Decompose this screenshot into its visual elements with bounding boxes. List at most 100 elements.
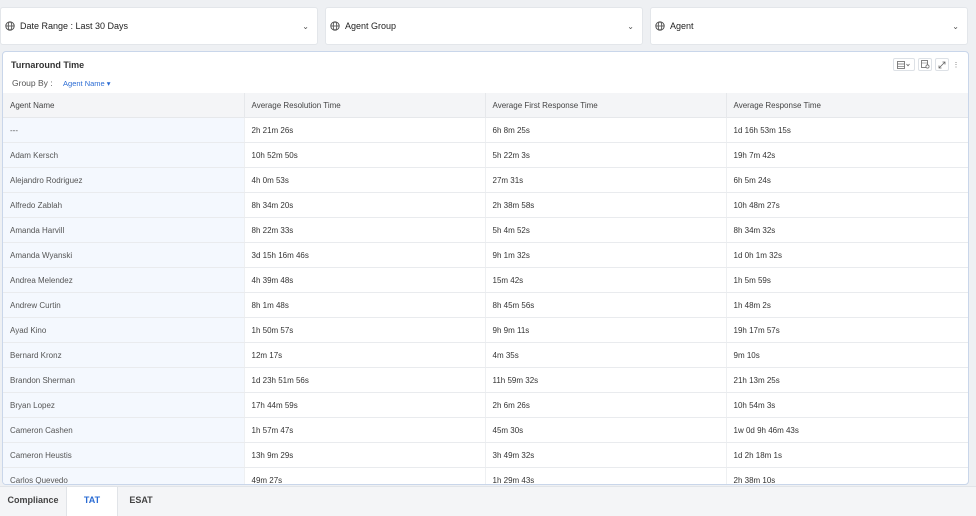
expand-button[interactable] [935, 58, 949, 71]
table-row[interactable]: Andrew Curtin 8h 1m 48s 8h 45m 56s 1h 48m 2… [3, 292, 968, 318]
table-row[interactable]: Bernard Kronz 12m 17s 4m 35s 9m 10s [3, 342, 968, 368]
time-cell: 1d 16h 53m 15s [726, 117, 968, 143]
agent-name-cell: Adam Kersch [3, 142, 245, 168]
panel-toolbar: ⋮ [893, 58, 960, 71]
agent-name-cell: Amanda Harvill [3, 217, 245, 243]
agent-filter[interactable]: Agent ⌄ [650, 7, 968, 45]
table-row[interactable]: Brandon Sherman 1d 23h 51m 56s 11h 59m 32s… [3, 367, 968, 393]
time-cell: 13h 9m 29s [244, 442, 486, 468]
table-row[interactable]: Cameron Cashen 1h 57m 47s 45m 30s 1w 0d 9h … [3, 417, 968, 443]
table-row[interactable]: --- 2h 21m 26s 6h 8m 25s 1d 16h 53m 15s [3, 117, 968, 143]
time-cell: 9h 1m 32s [485, 242, 727, 268]
time-cell: 19h 17m 57s [726, 317, 968, 343]
date-range-label: Date Range : Last 30 Days [20, 21, 129, 31]
time-cell: 9m 10s [726, 342, 968, 368]
time-cell: 27m 31s [485, 167, 727, 193]
time-cell: 49m 27s [244, 467, 486, 484]
table-row[interactable]: Bryan Lopez 17h 44m 59s 2h 6m 26s 10h 54m 3… [3, 392, 968, 418]
table-row[interactable]: Cameron Heustis 13h 9m 29s 3h 49m 32s 1d 2h… [3, 442, 968, 468]
time-cell: 8h 34m 32s [726, 217, 968, 243]
table-row[interactable]: Ayad Kino 1h 50m 57s 9h 9m 11s 19h 17m 57s [3, 317, 968, 343]
turnaround-table: Agent Name Average Resolution Time Avera… [3, 93, 968, 484]
table-row[interactable]: Andrea Melendez 4h 39m 48s 15m 42s 1h 5m 59… [3, 267, 968, 293]
column-header[interactable]: Agent Name [3, 93, 245, 118]
time-cell: 2h 21m 26s [244, 117, 486, 143]
column-header[interactable]: Average Response Time [726, 93, 968, 118]
time-cell: 1h 29m 43s [485, 467, 727, 484]
table-icon [897, 60, 910, 69]
time-cell: 21h 13m 25s [726, 367, 968, 393]
tab-esat[interactable]: ESAT [116, 487, 166, 516]
tab-compliance[interactable]: Compliance [0, 487, 66, 516]
agent-name-cell: Alfredo Zablah [3, 192, 245, 218]
table-body: --- 2h 21m 26s 6h 8m 25s 1d 16h 53m 15s Adam… [3, 117, 968, 484]
agent-name-cell: Andrew Curtin [3, 292, 245, 318]
table-view-button[interactable] [893, 58, 915, 71]
time-cell: 2h 38m 58s [485, 192, 727, 218]
chevron-down-icon: ⌄ [952, 21, 959, 31]
time-cell: 2h 38m 10s [726, 467, 968, 484]
time-cell: 1d 23h 51m 56s [244, 367, 486, 393]
kebab-menu-icon: ⋮ [952, 61, 960, 69]
agent-name-cell: Ayad Kino [3, 317, 245, 343]
agent-label: Agent [670, 21, 694, 31]
time-cell: 15m 42s [485, 267, 727, 293]
time-cell: 6h 8m 25s [485, 117, 727, 143]
time-cell: 12m 17s [244, 342, 486, 368]
time-cell: 4h 0m 53s [244, 167, 486, 193]
agent-name-cell: Brandon Sherman [3, 367, 245, 393]
globe-icon [5, 21, 15, 31]
column-header[interactable]: Average Resolution Time [244, 93, 486, 118]
time-cell: 10h 48m 27s [726, 192, 968, 218]
agent-name-cell: Amanda Wyanski [3, 242, 245, 268]
agent-name-cell: Andrea Melendez [3, 267, 245, 293]
time-cell: 11h 59m 32s [485, 367, 727, 393]
date-range-filter[interactable]: Date Range : Last 30 Days ⌄ [0, 7, 318, 45]
table-row[interactable]: Alfredo Zablah 8h 34m 20s 2h 38m 58s 10h 48… [3, 192, 968, 218]
time-cell: 10h 54m 3s [726, 392, 968, 418]
time-cell: 2h 6m 26s [485, 392, 727, 418]
more-options-button[interactable]: ⋮ [952, 58, 960, 71]
export-button[interactable] [918, 58, 932, 71]
time-cell: 10h 52m 50s [244, 142, 486, 168]
agent-name-cell: Cameron Cashen [3, 417, 245, 443]
table-row[interactable]: Adam Kersch 10h 52m 50s 5h 22m 3s 19h 7m 42… [3, 142, 968, 168]
time-cell: 5h 4m 52s [485, 217, 727, 243]
time-cell: 8h 45m 56s [485, 292, 727, 318]
time-cell: 1h 50m 57s [244, 317, 486, 343]
group-by-select[interactable]: Agent Name ▾ [63, 79, 111, 88]
group-by: Group By : Agent Name ▾ [12, 78, 111, 88]
agent-name-cell: Cameron Heustis [3, 442, 245, 468]
time-cell: 1d 2h 18m 1s [726, 442, 968, 468]
time-cell: 1h 57m 47s [244, 417, 486, 443]
turnaround-time-panel: Turnaround Time Group By : Agent Name ▾ … [2, 51, 969, 485]
agent-name-cell: Bryan Lopez [3, 392, 245, 418]
table-header-row: Agent Name Average Resolution Time Avera… [3, 93, 968, 118]
agent-group-filter[interactable]: Agent Group ⌄ [325, 7, 643, 45]
time-cell: 4h 39m 48s [244, 267, 486, 293]
time-cell: 4m 35s [485, 342, 727, 368]
time-cell: 19h 7m 42s [726, 142, 968, 168]
table-row[interactable]: Amanda Harvill 8h 22m 33s 5h 4m 52s 8h 34m … [3, 217, 968, 243]
time-cell: 45m 30s [485, 417, 727, 443]
agent-name-cell: Alejandro Rodriguez [3, 167, 245, 193]
time-cell: 1d 0h 1m 32s [726, 242, 968, 268]
group-by-label: Group By : [12, 78, 53, 88]
expand-icon [938, 61, 946, 68]
table-row[interactable]: Amanda Wyanski 3d 15h 16m 46s 9h 1m 32s 1d … [3, 242, 968, 268]
time-cell: 1w 0d 9h 46m 43s [726, 417, 968, 443]
time-cell: 8h 22m 33s [244, 217, 486, 243]
table-row[interactable]: Carlos Quevedo 49m 27s 1h 29m 43s 2h 38m 10… [3, 467, 968, 484]
time-cell: 3d 15h 16m 46s [244, 242, 486, 268]
tab-tat[interactable]: TAT [66, 487, 118, 516]
time-cell: 17h 44m 59s [244, 392, 486, 418]
column-header[interactable]: Average First Response Time [485, 93, 727, 118]
table-row[interactable]: Alejandro Rodriguez 4h 0m 53s 27m 31s 6h 5m… [3, 167, 968, 193]
bottom-tab-bar: Compliance TAT ESAT [0, 486, 976, 516]
filter-bar: Date Range : Last 30 Days ⌄ Agent Group … [0, 7, 976, 45]
time-cell: 1h 48m 2s [726, 292, 968, 318]
globe-icon [655, 21, 665, 31]
chevron-down-icon: ⌄ [627, 21, 634, 31]
time-cell: 9h 9m 11s [485, 317, 727, 343]
time-cell: 6h 5m 24s [726, 167, 968, 193]
